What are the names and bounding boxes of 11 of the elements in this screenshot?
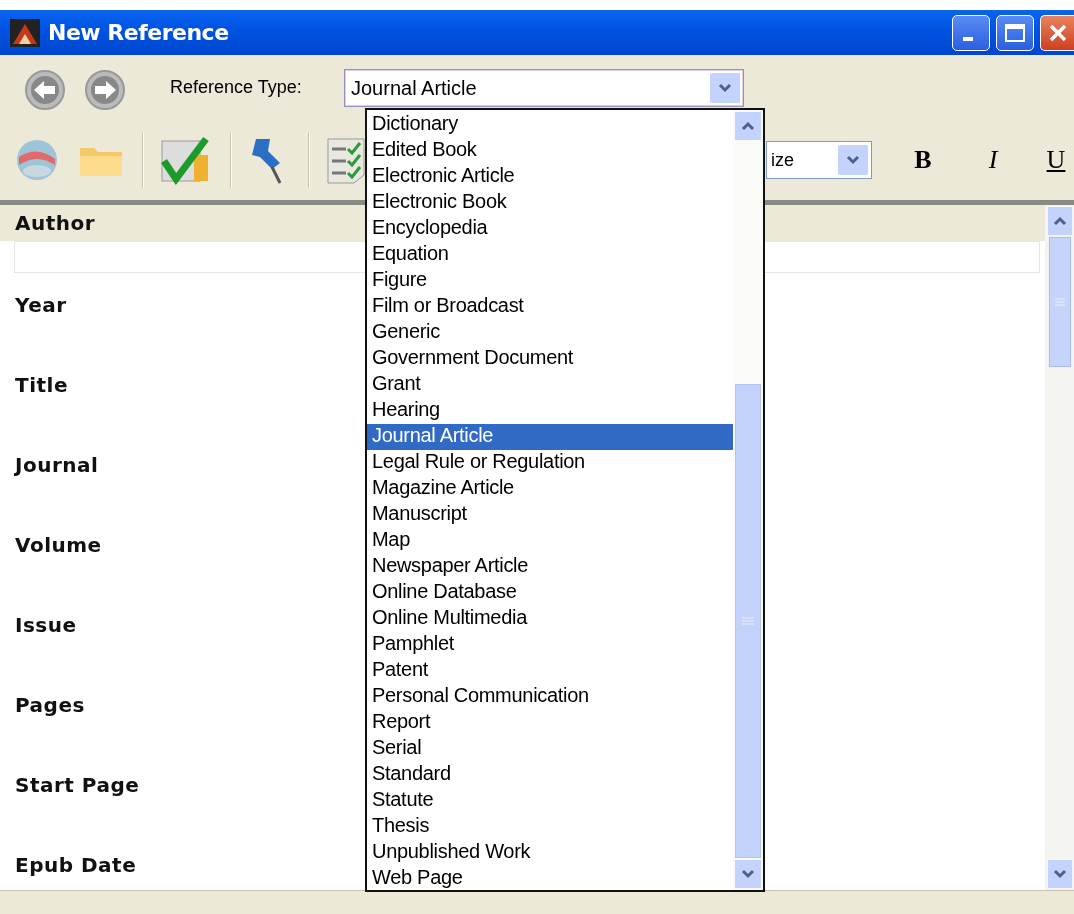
field-label: Issue <box>15 612 77 639</box>
field-label: Year <box>15 292 67 319</box>
field-label: Pages <box>15 692 85 719</box>
window-title: New Reference <box>48 20 230 45</box>
field-label: Epub Date <box>15 852 137 879</box>
field-label: Title <box>15 372 68 399</box>
reference-type-label: Reference Type: <box>170 77 303 98</box>
field-label: Author <box>15 210 96 237</box>
field-label: Volume <box>15 532 102 559</box>
field-label: Start Page <box>15 772 140 799</box>
field-label: Journal <box>15 452 99 479</box>
